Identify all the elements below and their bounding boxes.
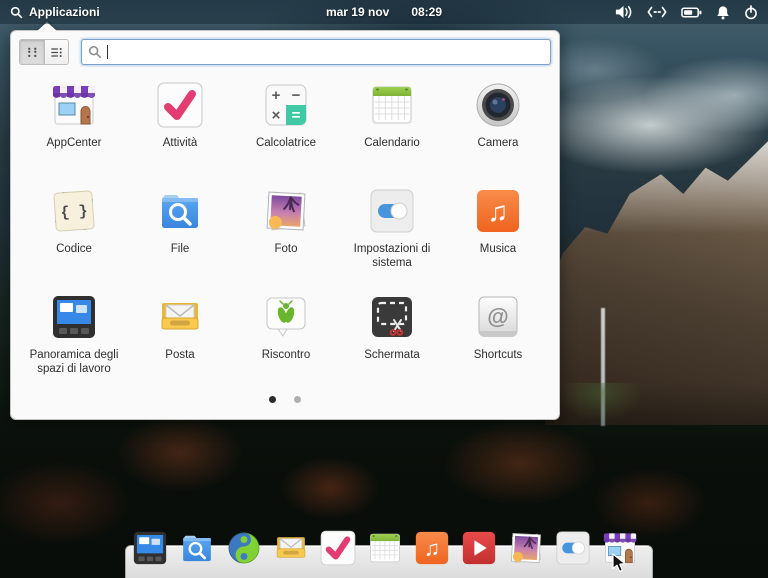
calendar-icon[interactable]: [365, 528, 405, 568]
applications-menu-label: Applicazioni: [29, 5, 100, 19]
workspaces-icon: [48, 291, 100, 343]
app-label: Impostazioni di sistema: [342, 242, 442, 271]
power-icon[interactable]: [744, 0, 758, 24]
settings-icon: [366, 185, 418, 237]
grid-view-button[interactable]: [20, 40, 44, 64]
page-dot-1[interactable]: [269, 396, 276, 403]
app-shortcuts[interactable]: Shortcuts: [445, 288, 551, 394]
search-icon: [88, 45, 102, 59]
browser-icon[interactable]: [224, 528, 264, 568]
app-code[interactable]: Codice: [21, 182, 127, 288]
dock-icons: [130, 528, 640, 568]
app-tasks[interactable]: Attività: [127, 76, 233, 182]
music-icon[interactable]: [412, 528, 452, 568]
app-mail[interactable]: Posta: [127, 288, 233, 394]
text-caret: [107, 45, 108, 59]
app-label: Posta: [165, 348, 194, 362]
app-label: Camera: [478, 136, 519, 150]
app-search-input[interactable]: [81, 39, 551, 65]
app-label: Calendario: [364, 136, 420, 150]
battery-icon[interactable]: [681, 0, 702, 24]
appcenter-icon: [48, 79, 100, 131]
search-icon: [10, 6, 23, 19]
videos-icon[interactable]: [459, 528, 499, 568]
calculator-icon: [260, 79, 312, 131]
panel-time: 08:29: [411, 5, 442, 19]
app-label: Shortcuts: [474, 348, 523, 362]
app-label: Codice: [56, 242, 92, 256]
mail-icon: [154, 291, 206, 343]
page-indicator: [11, 396, 559, 403]
app-label: Musica: [480, 242, 516, 256]
page-dot-2[interactable]: [294, 396, 301, 403]
app-feedback[interactable]: Riscontro: [233, 288, 339, 394]
launcher-header: [19, 39, 551, 65]
app-label: Riscontro: [262, 348, 311, 362]
app-settings[interactable]: Impostazioni di sistema: [339, 182, 445, 288]
app-label: Calcolatrice: [256, 136, 316, 150]
photos-icon[interactable]: [506, 528, 546, 568]
screenshot-icon: [366, 291, 418, 343]
top-panel: Applicazioni mar 19 nov 08:29: [0, 0, 768, 24]
tasks-icon: [154, 79, 206, 131]
workspaces-icon[interactable]: [130, 528, 170, 568]
wallpaper-snow: [545, 95, 768, 425]
category-view-icon: [50, 46, 63, 59]
notifications-icon[interactable]: [716, 0, 730, 24]
category-view-button[interactable]: [44, 40, 68, 64]
app-files[interactable]: File: [127, 182, 233, 288]
app-calculator[interactable]: Calcolatrice: [233, 76, 339, 182]
system-indicators: [614, 0, 768, 24]
app-workspaces[interactable]: Panoramica degli spazi di lavoro: [21, 288, 127, 394]
files-icon: [154, 185, 206, 237]
code-icon: [48, 185, 100, 237]
tasks-icon[interactable]: [318, 528, 358, 568]
app-camera[interactable]: Camera: [445, 76, 551, 182]
app-label: AppCenter: [47, 136, 102, 150]
mail-icon[interactable]: [271, 528, 311, 568]
app-label: Foto: [274, 242, 297, 256]
grid-view-icon: [26, 46, 39, 59]
settings-icon[interactable]: [553, 528, 593, 568]
view-switcher: [19, 39, 69, 65]
applications-launcher-popover: AppCenter Attività Calcolatrice Calendar…: [10, 30, 560, 420]
calendar-icon: [366, 79, 418, 131]
app-label: Attività: [163, 136, 198, 150]
app-label: File: [171, 242, 190, 256]
app-music[interactable]: Musica: [445, 182, 551, 288]
desktop: Applicazioni mar 19 nov 08:29: [0, 0, 768, 578]
network-icon[interactable]: [647, 0, 667, 24]
app-label: Schermata: [364, 348, 420, 362]
app-label: Panoramica degli spazi di lavoro: [24, 348, 124, 377]
app-photos[interactable]: Foto: [233, 182, 339, 288]
applications-menu-button[interactable]: Applicazioni: [0, 0, 110, 24]
music-icon: [472, 185, 524, 237]
app-grid: AppCenter Attività Calcolatrice Calendar…: [21, 76, 551, 394]
app-calendar[interactable]: Calendario: [339, 76, 445, 182]
feedback-icon: [260, 291, 312, 343]
mouse-cursor: [612, 553, 626, 573]
photos-icon: [260, 185, 312, 237]
shortcuts-icon: [472, 291, 524, 343]
files-icon[interactable]: [177, 528, 217, 568]
volume-icon[interactable]: [614, 0, 633, 24]
camera-icon: [472, 79, 524, 131]
app-screenshot[interactable]: Schermata: [339, 288, 445, 394]
app-appcenter[interactable]: AppCenter: [21, 76, 127, 182]
panel-date: mar 19 nov: [326, 5, 389, 19]
